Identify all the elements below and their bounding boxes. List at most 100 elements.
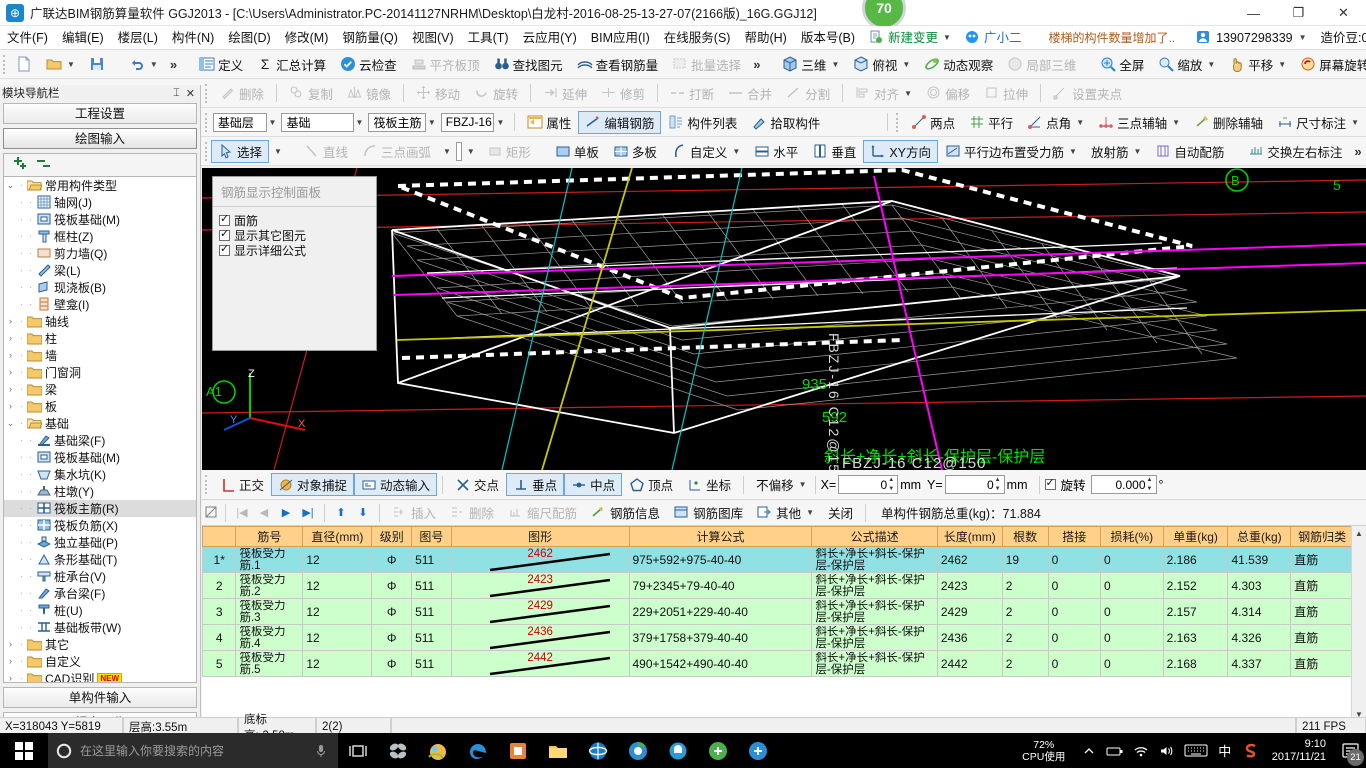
col-header[interactable]: 长度(mm)	[936, 526, 1003, 547]
chevron-down-icon[interactable]: ▼	[274, 147, 282, 156]
new-change-button[interactable]: 新建变更 ▼	[862, 26, 958, 50]
cell-unit-weight[interactable]: 2.157	[1162, 598, 1229, 625]
cell-lap[interactable]: 0	[1047, 572, 1101, 599]
cell-formula[interactable]: 79+2345+79-40-40	[628, 572, 813, 599]
summary-calc-button[interactable]: Σ 汇总计算	[250, 53, 333, 76]
define-button[interactable]: 定义	[192, 53, 250, 76]
cell-lap[interactable]: 0	[1047, 598, 1101, 625]
tree-node[interactable]: · · 基础梁(F)	[4, 432, 196, 449]
tree-node[interactable]: · · 筏板主筋(R)	[4, 499, 196, 517]
cell-loss[interactable]: 0	[1099, 624, 1164, 651]
cell-total-weight[interactable]: 4.314	[1227, 598, 1292, 625]
cell-formula[interactable]: 975+592+975-40-40	[628, 546, 813, 573]
col-header[interactable]: 钢筋归类	[1290, 526, 1354, 547]
move-button[interactable]: 移动	[409, 82, 467, 105]
cell-formula[interactable]: 229+2051+229-40-40	[628, 598, 813, 625]
cell-grade[interactable]: Φ	[371, 624, 413, 651]
cell-count[interactable]: 2	[1001, 650, 1049, 677]
cell-rebar-name[interactable]: 筏板受力筋.5	[235, 650, 304, 677]
move-down-button[interactable]: ⬇	[352, 503, 374, 523]
cell-description[interactable]: 斜长+净长+斜长-保护层-保护层	[811, 598, 938, 625]
undo-button[interactable]: ▼	[122, 53, 165, 76]
component-tree[interactable]: ⌄ · 常用构件类型 · · 轴网(J) · · 筏板基础(M) · · 框柱(Z) · · 剪力墙(Q) ·…	[3, 175, 197, 683]
menu-draw[interactable]: 绘图(D)	[221, 26, 277, 50]
other-button[interactable]: 其他 ▼	[750, 501, 821, 524]
restore-button[interactable]: ❐	[1276, 0, 1321, 26]
cell-lap[interactable]: 0	[1047, 624, 1101, 651]
cell-category[interactable]: 直筋	[1290, 650, 1354, 677]
scale-rebar-button[interactable]: 缩尺配筋	[501, 501, 584, 524]
fullscreen-button[interactable]: 全屏	[1093, 53, 1151, 76]
cell-grade[interactable]: Φ	[371, 572, 413, 599]
taskbar-icon-glodon[interactable]	[738, 733, 778, 768]
chevron-down-icon[interactable]: ▼	[428, 118, 436, 127]
cell-grade[interactable]: Φ	[371, 650, 413, 677]
partial-3d-button[interactable]: 局部三维	[1000, 53, 1083, 76]
cell-loss[interactable]: 0	[1099, 546, 1164, 573]
tree-node[interactable]: › · 柱	[4, 330, 196, 347]
pick-component-button[interactable]: 拾取构件	[744, 111, 827, 134]
col-header[interactable]: 公式描述	[811, 526, 938, 547]
checkbox-icon[interactable]	[219, 227, 230, 241]
tree-node[interactable]: · · 承台梁(F)	[4, 585, 196, 602]
row-number[interactable]: 2	[202, 572, 237, 599]
chevron-right-icon[interactable]: ›	[4, 350, 17, 360]
menu-component[interactable]: 构件(N)	[165, 26, 221, 50]
cell-length[interactable]: 2436	[936, 624, 1003, 651]
cell-loss[interactable]: 0	[1099, 650, 1164, 677]
component-name-select[interactable]: FBZJ-16	[440, 112, 495, 132]
tree-node[interactable]: · · 桩(U)	[4, 602, 196, 619]
chevron-right-icon[interactable]: ›	[4, 401, 17, 411]
align-slab-top-button[interactable]: 平齐板顶	[404, 53, 487, 76]
toolbar-grip[interactable]	[205, 112, 209, 132]
cell-diameter[interactable]: 12	[302, 572, 373, 599]
taskbar-icon-app2[interactable]	[418, 733, 458, 768]
two-point-axis-button[interactable]: 两点	[904, 111, 962, 134]
row-number[interactable]: 5	[202, 650, 237, 677]
tree-node[interactable]: · · 筏板负筋(X)	[4, 517, 196, 534]
cell-diameter[interactable]: 12	[302, 624, 373, 651]
table-row[interactable]: 5 筏板受力筋.5 12 Φ 511 2442 490+1542+490-40-40 斜长+净…	[202, 650, 1354, 677]
toolbar4-overflow[interactable]: »	[1349, 144, 1366, 159]
tree-node[interactable]: · · 基础板带(W)	[4, 619, 196, 636]
beans-label[interactable]: 造价豆:0	[1314, 26, 1366, 50]
tree-node[interactable]: · · 独立基础(P)	[4, 534, 196, 551]
cell-grade[interactable]: Φ	[371, 598, 413, 625]
table-row[interactable]: 1* 筏板受力筋.1 12 Φ 511 2462 975+592+975-40-40 斜长+净…	[202, 546, 1354, 573]
cell-length[interactable]: 2423	[936, 572, 1003, 599]
tree-node[interactable]: · · 集水坑(K)	[4, 466, 196, 483]
cell-category[interactable]: 直筋	[1290, 598, 1354, 625]
toolbar-grip[interactable]	[896, 112, 900, 132]
cell-length[interactable]: 2429	[936, 598, 1003, 625]
tree-node[interactable]: · · 框柱(Z)	[4, 228, 196, 245]
col-header[interactable]: 图形	[450, 526, 630, 547]
tree-node[interactable]: · · 柱墩(Y)	[4, 483, 196, 500]
cell-shape[interactable]: 2442	[450, 650, 630, 677]
pan-button[interactable]: 平移 ▼	[1222, 53, 1293, 76]
custom-button[interactable]: 自定义 ▼	[664, 140, 747, 163]
cell-total-weight[interactable]: 4.303	[1227, 572, 1292, 599]
tab-draw-input[interactable]: 绘图输入	[3, 128, 197, 149]
account-button[interactable]: 13907298339 ▼	[1189, 26, 1313, 50]
cell-fig-number[interactable]: 511	[411, 546, 452, 573]
rebar-panel-option-2[interactable]: 显示详细公式	[213, 242, 376, 258]
parallel-edge-rebar-button[interactable]: 平行边布置受力筋 ▼	[938, 140, 1084, 163]
horizontal-button[interactable]: 水平	[747, 140, 805, 163]
batch-select-button[interactable]: 批量选择	[665, 53, 748, 76]
find-element-button[interactable]: 查找图元	[487, 53, 570, 76]
rotate-input[interactable]: 0.000 ▲ ▼	[1090, 475, 1157, 494]
ortho-button[interactable]: 正交	[213, 473, 271, 496]
cell-total-weight[interactable]: 41.539	[1227, 546, 1292, 573]
tree-node[interactable]: · · 筏板基础(M)	[4, 449, 196, 466]
cell-diameter[interactable]: 12	[302, 546, 373, 573]
rebar-info-button[interactable]: 钢筋信息	[584, 501, 667, 524]
line-tool-button[interactable]: 直线	[297, 140, 355, 163]
close-icon[interactable]: ✕	[186, 87, 195, 100]
wifi-icon[interactable]	[1128, 733, 1154, 768]
cell-unit-weight[interactable]: 2.186	[1162, 546, 1229, 573]
tab-single-component-input[interactable]: 单构件输入	[3, 687, 197, 708]
taskbar-icon-explorer[interactable]	[538, 733, 578, 768]
taskbar-icon-chrome[interactable]	[618, 733, 658, 768]
cell-shape[interactable]: 2462	[450, 546, 630, 573]
toolbar-grip[interactable]	[3, 54, 5, 74]
